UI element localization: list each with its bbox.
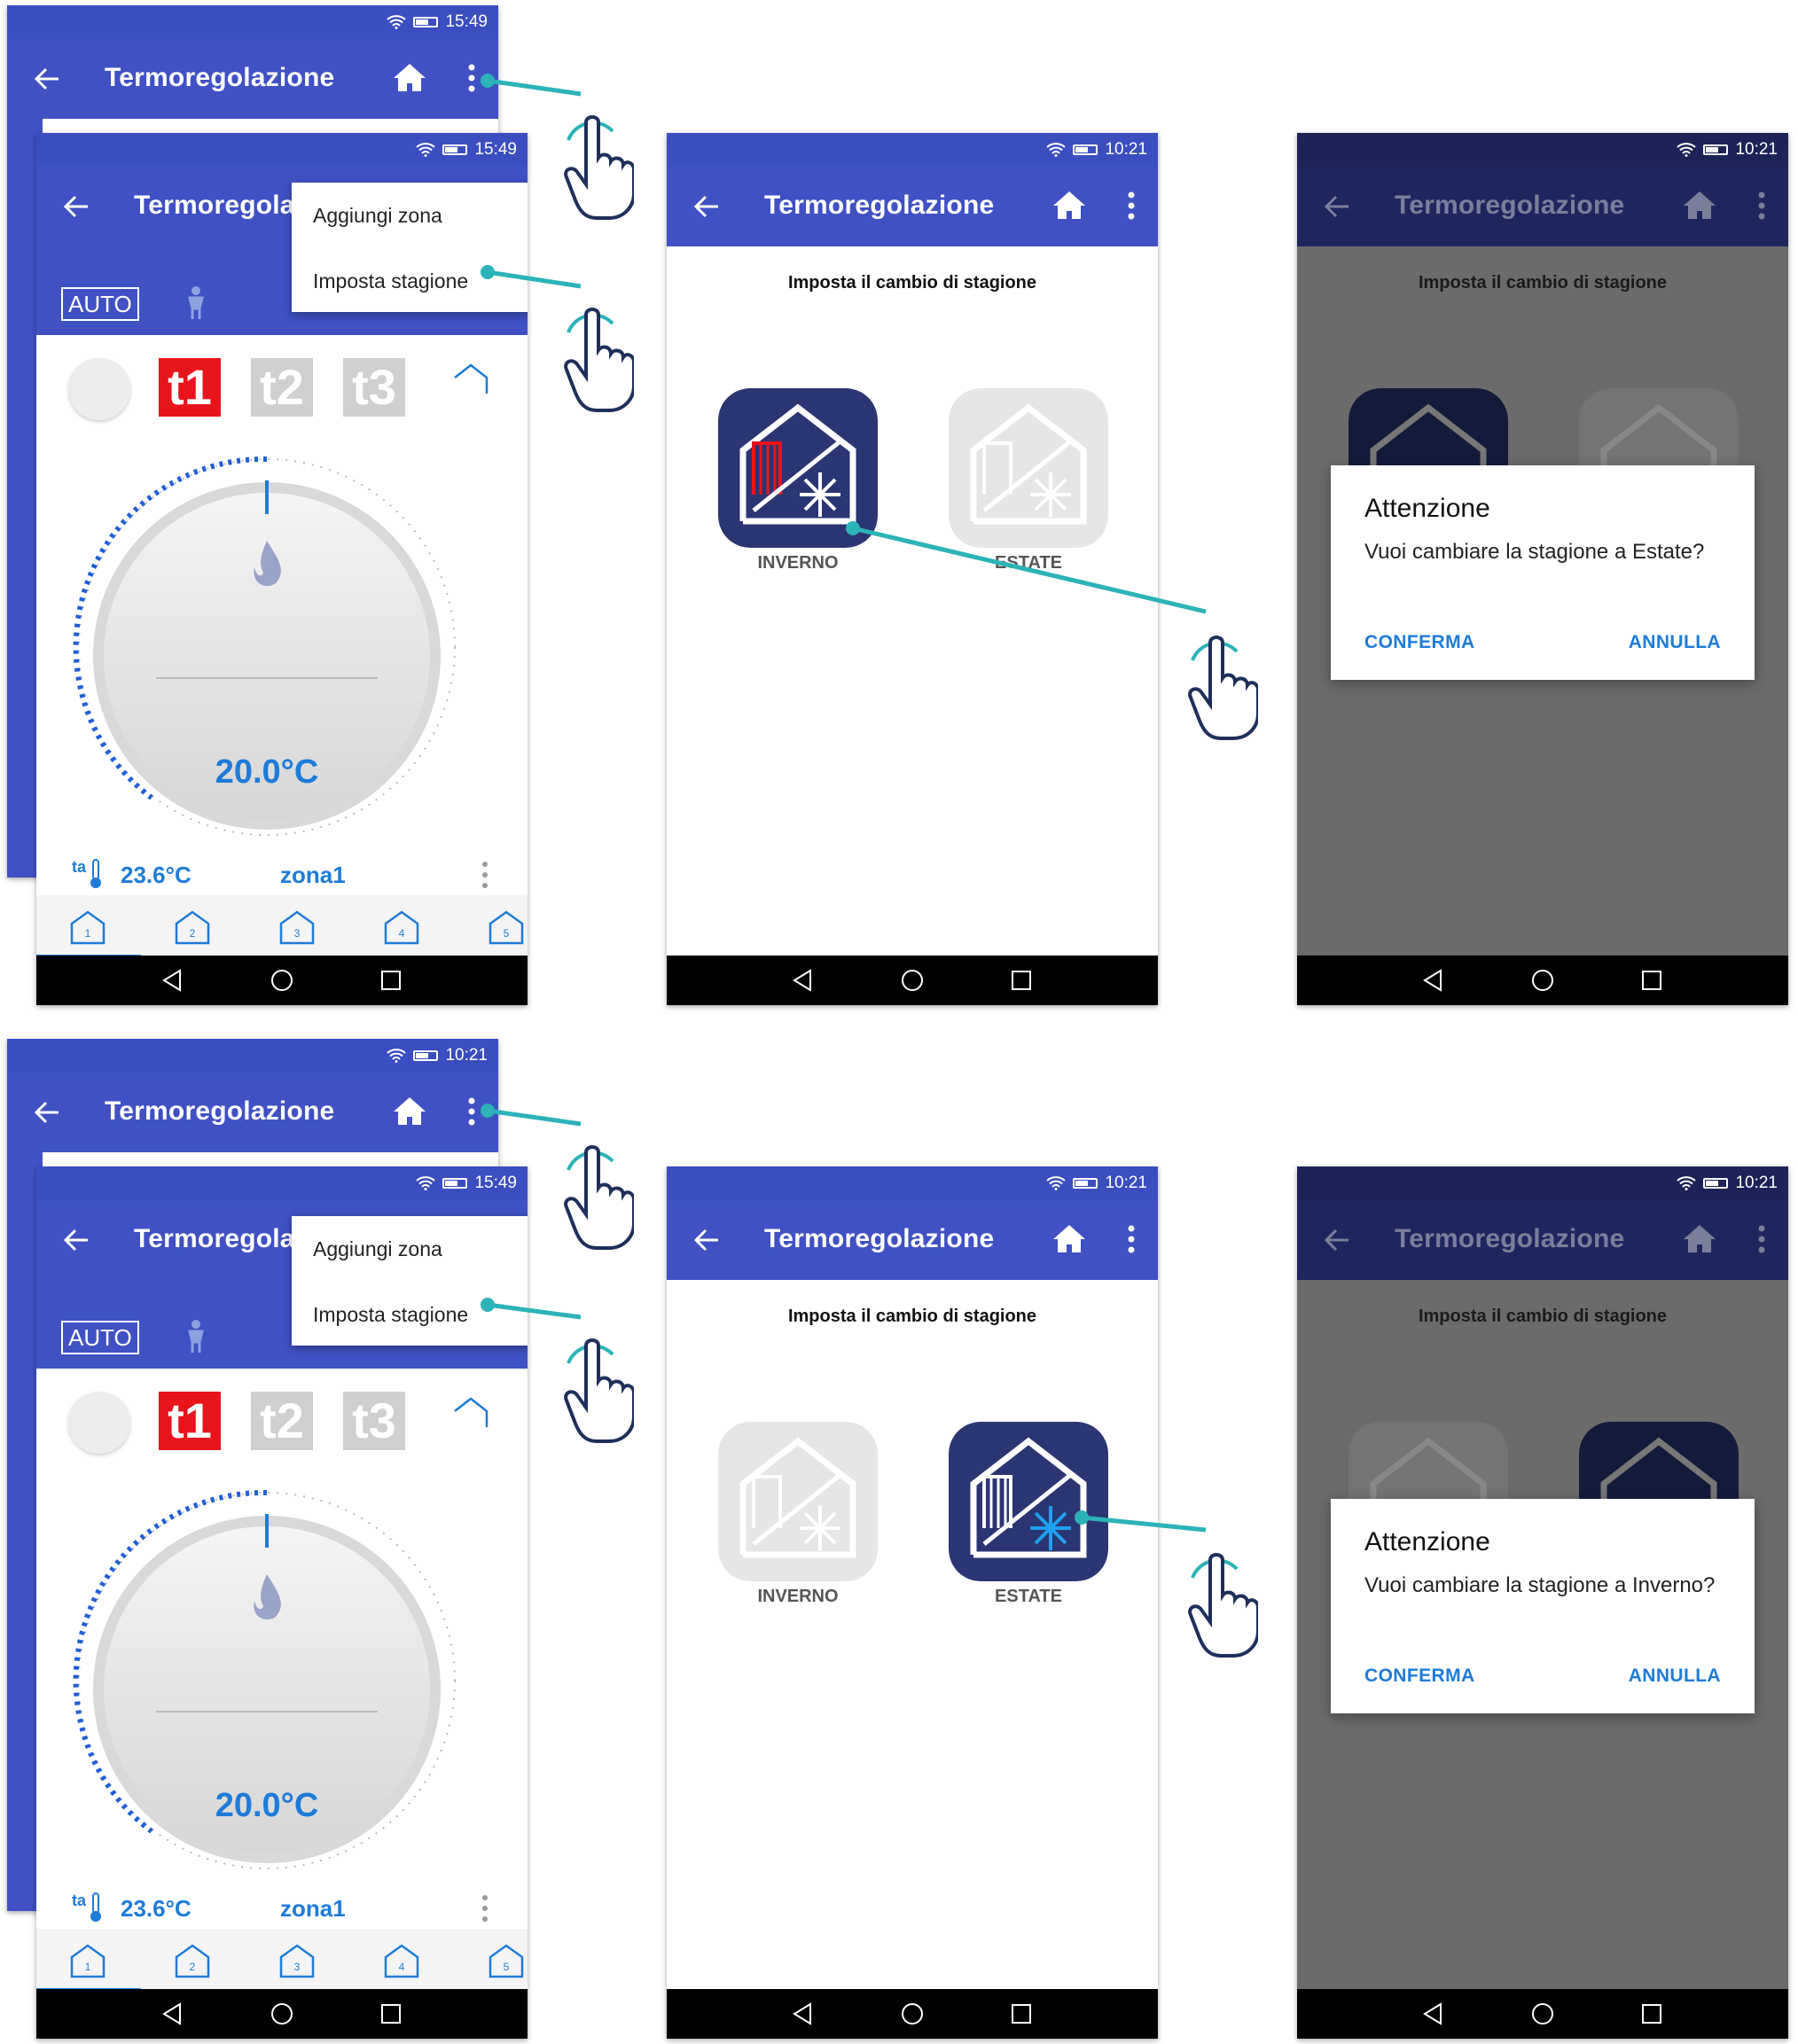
tap-hand-icon [564, 308, 634, 412]
tap-hand-icon [1188, 1553, 1258, 1658]
pointer-annotations [481, 74, 1207, 614]
flow-row-summer-to-winter: 10:21 Termoregolazione 15:49 Termoregola… [0, 1034, 1798, 2044]
tap-hand-icon [564, 1338, 634, 1443]
flow-row-winter-to-summer: 15:49 Termoregolazione 15:49 Termoregola… [0, 0, 1798, 1010]
pointer-annotations [481, 1104, 1207, 1533]
tap-hand-icon [564, 1145, 634, 1250]
tap-hand-icon [564, 115, 634, 220]
tap-hand-icon [1188, 636, 1258, 740]
